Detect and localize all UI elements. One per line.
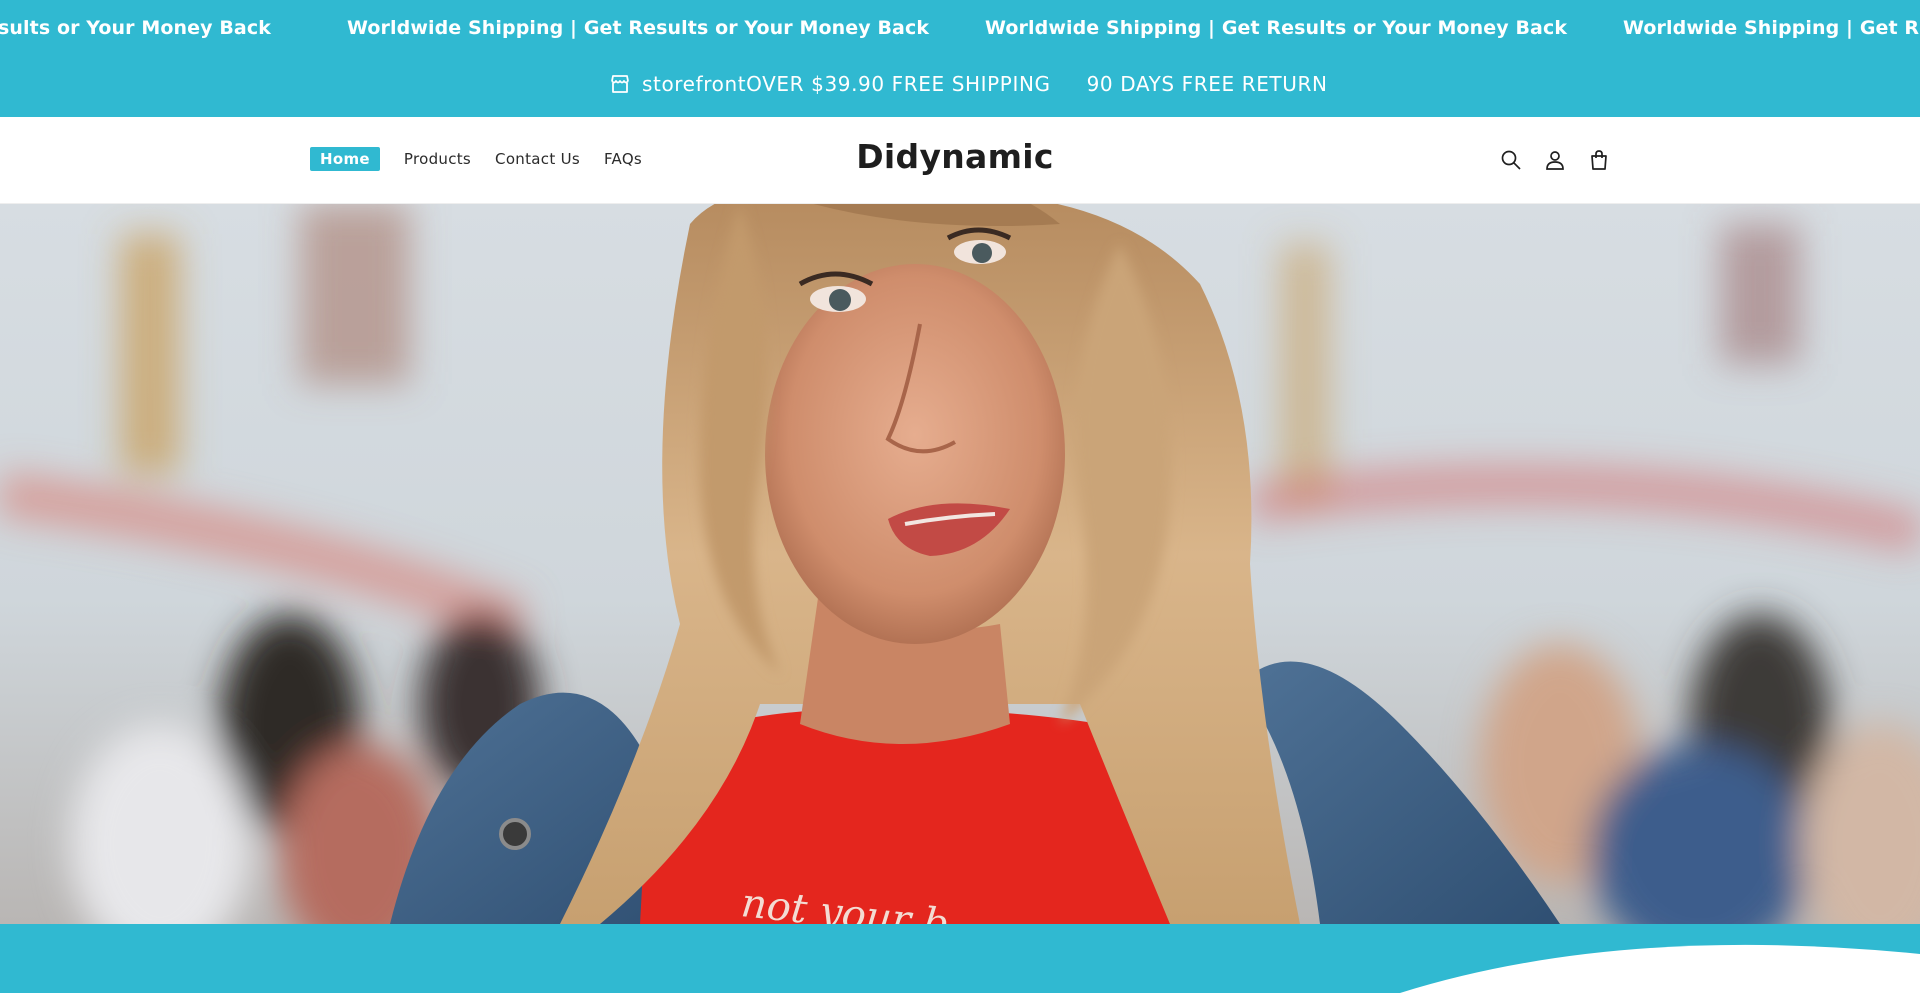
wave-shape xyxy=(1400,944,1920,993)
nav-item-home[interactable]: Home xyxy=(310,147,380,171)
marquee-bar: sults or Your Money Back Worldwide Shipp… xyxy=(0,0,1920,58)
marquee-item: Worldwide Shipping | Get Results or Your… xyxy=(985,17,1568,39)
marquee-item: Worldwide Shipping | Get Res xyxy=(1623,17,1920,39)
bottom-section xyxy=(0,924,1920,993)
face xyxy=(765,264,1065,644)
hero-banner[interactable]: not your b xyxy=(0,204,1920,924)
site-header: Home Products Contact Us FAQs Didynamic xyxy=(0,117,1920,204)
hero-image: not your b xyxy=(0,204,1920,924)
announcement-content: storefrontOVER $39.90 FREE SHIPPING 90 D… xyxy=(608,72,1328,96)
search-icon[interactable] xyxy=(1498,147,1524,173)
account-icon[interactable] xyxy=(1542,147,1568,173)
free-return-text: 90 DAYS FREE RETURN xyxy=(1086,72,1328,96)
nav-item-products[interactable]: Products xyxy=(404,150,471,168)
announcement-bar: storefrontOVER $39.90 FREE SHIPPING 90 D… xyxy=(0,58,1920,117)
header-actions xyxy=(1498,147,1630,173)
marquee-item: sults or Your Money Back xyxy=(0,17,271,39)
cart-icon[interactable] xyxy=(1586,147,1612,173)
free-shipping-text: storefrontOVER $39.90 FREE SHIPPING xyxy=(642,72,1051,96)
nav-item-faqs[interactable]: FAQs xyxy=(604,150,642,168)
storefront-icon xyxy=(608,72,632,96)
marquee-item: Worldwide Shipping | Get Results or Your… xyxy=(347,17,930,39)
nav-item-contact-us[interactable]: Contact Us xyxy=(495,150,580,168)
main-nav: Home Products Contact Us FAQs xyxy=(310,147,666,171)
